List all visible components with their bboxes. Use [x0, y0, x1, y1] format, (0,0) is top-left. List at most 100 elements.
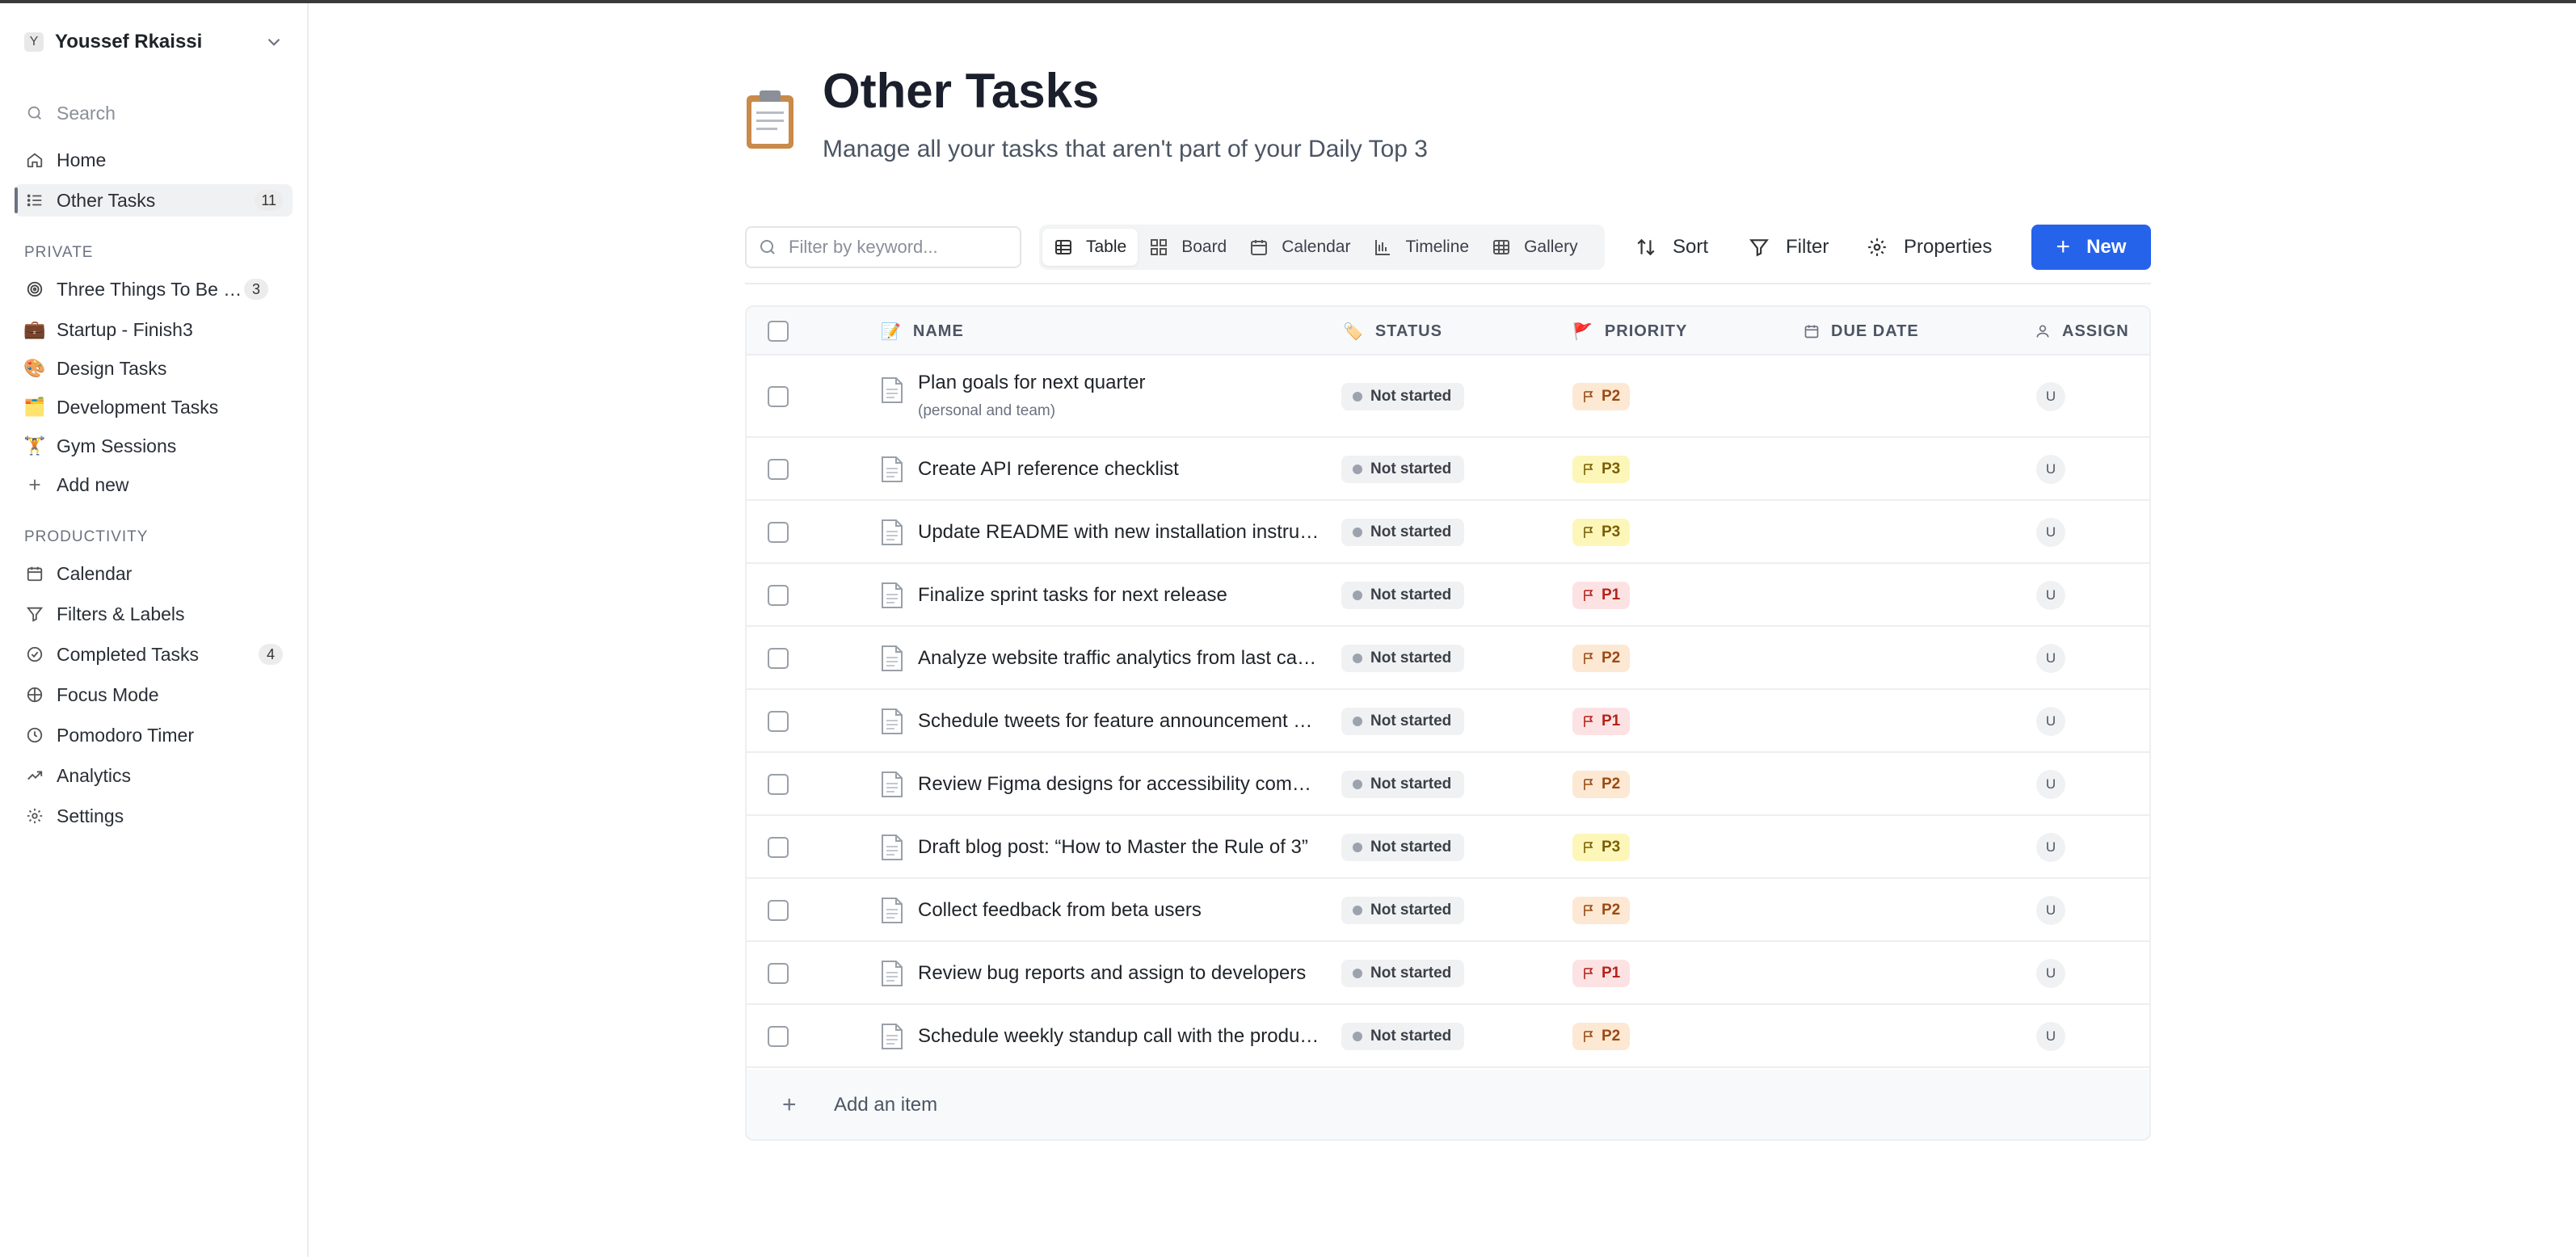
task-name[interactable]: Finalize sprint tasks for next release: [918, 584, 1322, 607]
table-row[interactable]: Draft blog post: “How to Master the Rule…: [747, 816, 2149, 879]
row-checkbox[interactable]: [768, 837, 789, 858]
sidebar-item-pomodoro-timer[interactable]: Pomodoro Timer: [15, 719, 293, 751]
row-checkbox[interactable]: [768, 963, 789, 984]
tab-timeline[interactable]: Timeline: [1362, 229, 1480, 266]
tab-table[interactable]: Table: [1042, 229, 1139, 266]
sidebar-item-development-tasks[interactable]: 🗂️ Development Tasks: [15, 391, 293, 423]
status-badge[interactable]: Not started: [1341, 771, 1465, 798]
sidebar-item-calendar[interactable]: Calendar: [15, 557, 293, 590]
properties-button[interactable]: Properties: [1867, 225, 1992, 270]
assignee-avatar[interactable]: U: [2036, 644, 2065, 673]
assignee-avatar[interactable]: U: [2036, 896, 2065, 925]
priority-badge[interactable]: P1: [1572, 960, 1631, 987]
assignee-avatar[interactable]: U: [2036, 707, 2065, 736]
status-badge[interactable]: Not started: [1341, 1023, 1465, 1050]
task-name[interactable]: Create API reference checklist: [918, 458, 1322, 481]
priority-badge[interactable]: P2: [1572, 645, 1631, 672]
sidebar-item-startup[interactable]: 💼 Startup - Finish3: [15, 313, 293, 346]
sidebar-item-three-things[interactable]: Three Things To Be Done Today 3: [15, 273, 293, 305]
row-checkbox[interactable]: [768, 774, 789, 795]
row-checkbox[interactable]: [768, 585, 789, 606]
assignee-avatar[interactable]: U: [2036, 518, 2065, 547]
table-row[interactable]: Create API reference checklist Not starte…: [747, 438, 2149, 501]
sidebar-item-other-tasks[interactable]: Other Tasks 11: [15, 184, 293, 217]
new-button[interactable]: + New: [2031, 225, 2151, 270]
sort-button[interactable]: Sort: [1635, 225, 1708, 270]
task-name[interactable]: Collect feedback from beta users: [918, 899, 1322, 922]
column-header-name[interactable]: 📝 NAME: [881, 307, 964, 355]
status-badge[interactable]: Not started: [1341, 960, 1465, 987]
table-row[interactable]: Review Figma designs for accessibility c…: [747, 753, 2149, 816]
assignee-avatar[interactable]: U: [2036, 959, 2065, 988]
table-row[interactable]: Schedule weekly standup call with the pr…: [747, 1005, 2149, 1068]
sidebar-item-analytics[interactable]: Analytics: [15, 759, 293, 792]
column-header-due-date[interactable]: DUE DATE: [1804, 307, 1919, 355]
table-row[interactable]: Plan goals for next quarter (personal and…: [747, 355, 2149, 438]
tab-gallery[interactable]: Gallery: [1480, 229, 1589, 266]
status-badge[interactable]: Not started: [1341, 834, 1465, 861]
sidebar-item-home[interactable]: Home: [15, 144, 293, 176]
priority-badge[interactable]: P1: [1572, 582, 1631, 609]
assignee-avatar[interactable]: U: [2036, 581, 2065, 610]
row-checkbox[interactable]: [768, 1026, 789, 1047]
table-row[interactable]: Finalize sprint tasks for next release No…: [747, 564, 2149, 627]
priority-badge[interactable]: P3: [1572, 519, 1631, 546]
add-new-button[interactable]: Add new: [15, 469, 293, 501]
table-row[interactable]: Collect feedback from beta users Not star…: [747, 879, 2149, 942]
sidebar-item-design-tasks[interactable]: 🎨 Design Tasks: [15, 352, 293, 385]
row-checkbox[interactable]: [768, 386, 789, 407]
table-row[interactable]: Update README with new installation inst…: [747, 501, 2149, 564]
task-name[interactable]: Schedule tweets for feature announcement…: [918, 710, 1322, 733]
tab-board[interactable]: Board: [1138, 229, 1238, 266]
status-badge[interactable]: Not started: [1341, 519, 1465, 546]
assignee-avatar[interactable]: U: [2036, 382, 2065, 411]
row-checkbox[interactable]: [768, 459, 789, 480]
priority-badge[interactable]: P2: [1572, 771, 1631, 798]
assignee-avatar[interactable]: U: [2036, 770, 2065, 799]
column-header-priority[interactable]: 🚩 PRIORITY: [1572, 307, 1687, 355]
sidebar-item-filters-labels[interactable]: Filters & Labels: [15, 598, 293, 630]
column-header-assign[interactable]: ASSIGN: [2035, 307, 2129, 355]
filter-input[interactable]: [789, 237, 1015, 258]
row-checkbox[interactable]: [768, 711, 789, 732]
assignee-avatar[interactable]: U: [2036, 455, 2065, 484]
task-name[interactable]: Update README with new installation inst…: [918, 521, 1322, 544]
status-badge[interactable]: Not started: [1341, 383, 1465, 410]
filter-button[interactable]: Filter: [1749, 225, 1829, 270]
priority-badge[interactable]: P3: [1572, 834, 1631, 861]
assignee-avatar[interactable]: U: [2036, 833, 2065, 862]
filter-box[interactable]: [745, 226, 1021, 268]
status-badge[interactable]: Not started: [1341, 582, 1465, 609]
task-name[interactable]: Plan goals for next quarter: [918, 372, 1322, 394]
sidebar-item-completed-tasks[interactable]: Completed Tasks 4: [15, 638, 293, 671]
sidebar-item-gym-sessions[interactable]: 🏋️ Gym Sessions: [15, 430, 293, 462]
status-badge[interactable]: Not started: [1341, 897, 1465, 924]
select-all-checkbox[interactable]: [768, 321, 789, 342]
row-checkbox[interactable]: [768, 900, 789, 921]
priority-badge[interactable]: P1: [1572, 708, 1631, 735]
row-checkbox[interactable]: [768, 522, 789, 543]
priority-badge[interactable]: P2: [1572, 1023, 1631, 1050]
status-badge[interactable]: Not started: [1341, 456, 1465, 483]
sidebar-item-settings[interactable]: Settings: [15, 800, 293, 832]
priority-badge[interactable]: P3: [1572, 456, 1631, 483]
task-name[interactable]: Analyze website traffic analytics from l…: [918, 647, 1322, 670]
tab-calendar[interactable]: Calendar: [1238, 229, 1362, 266]
row-checkbox[interactable]: [768, 648, 789, 669]
assignee-avatar[interactable]: U: [2036, 1022, 2065, 1051]
workspace-switcher[interactable]: Y Youssef Rkaissi: [24, 27, 284, 57]
table-row[interactable]: Schedule tweets for feature announcement…: [747, 690, 2149, 753]
status-badge[interactable]: Not started: [1341, 645, 1465, 672]
task-name[interactable]: Draft blog post: “How to Master the Rule…: [918, 836, 1322, 859]
priority-badge[interactable]: P2: [1572, 897, 1631, 924]
table-row[interactable]: Analyze website traffic analytics from l…: [747, 627, 2149, 690]
status-badge[interactable]: Not started: [1341, 708, 1465, 735]
sidebar-search[interactable]: Search: [15, 97, 293, 129]
table-row[interactable]: Review bug reports and assign to develop…: [747, 942, 2149, 1005]
sidebar-item-focus-mode[interactable]: Focus Mode: [15, 679, 293, 711]
task-name[interactable]: Schedule weekly standup call with the pr…: [918, 1025, 1322, 1048]
task-name[interactable]: Review bug reports and assign to develop…: [918, 962, 1322, 985]
column-header-status[interactable]: 🏷️ STATUS: [1343, 307, 1442, 355]
add-item-button[interactable]: + Add an item: [747, 1070, 2149, 1139]
task-name[interactable]: Review Figma designs for accessibility c…: [918, 773, 1322, 796]
